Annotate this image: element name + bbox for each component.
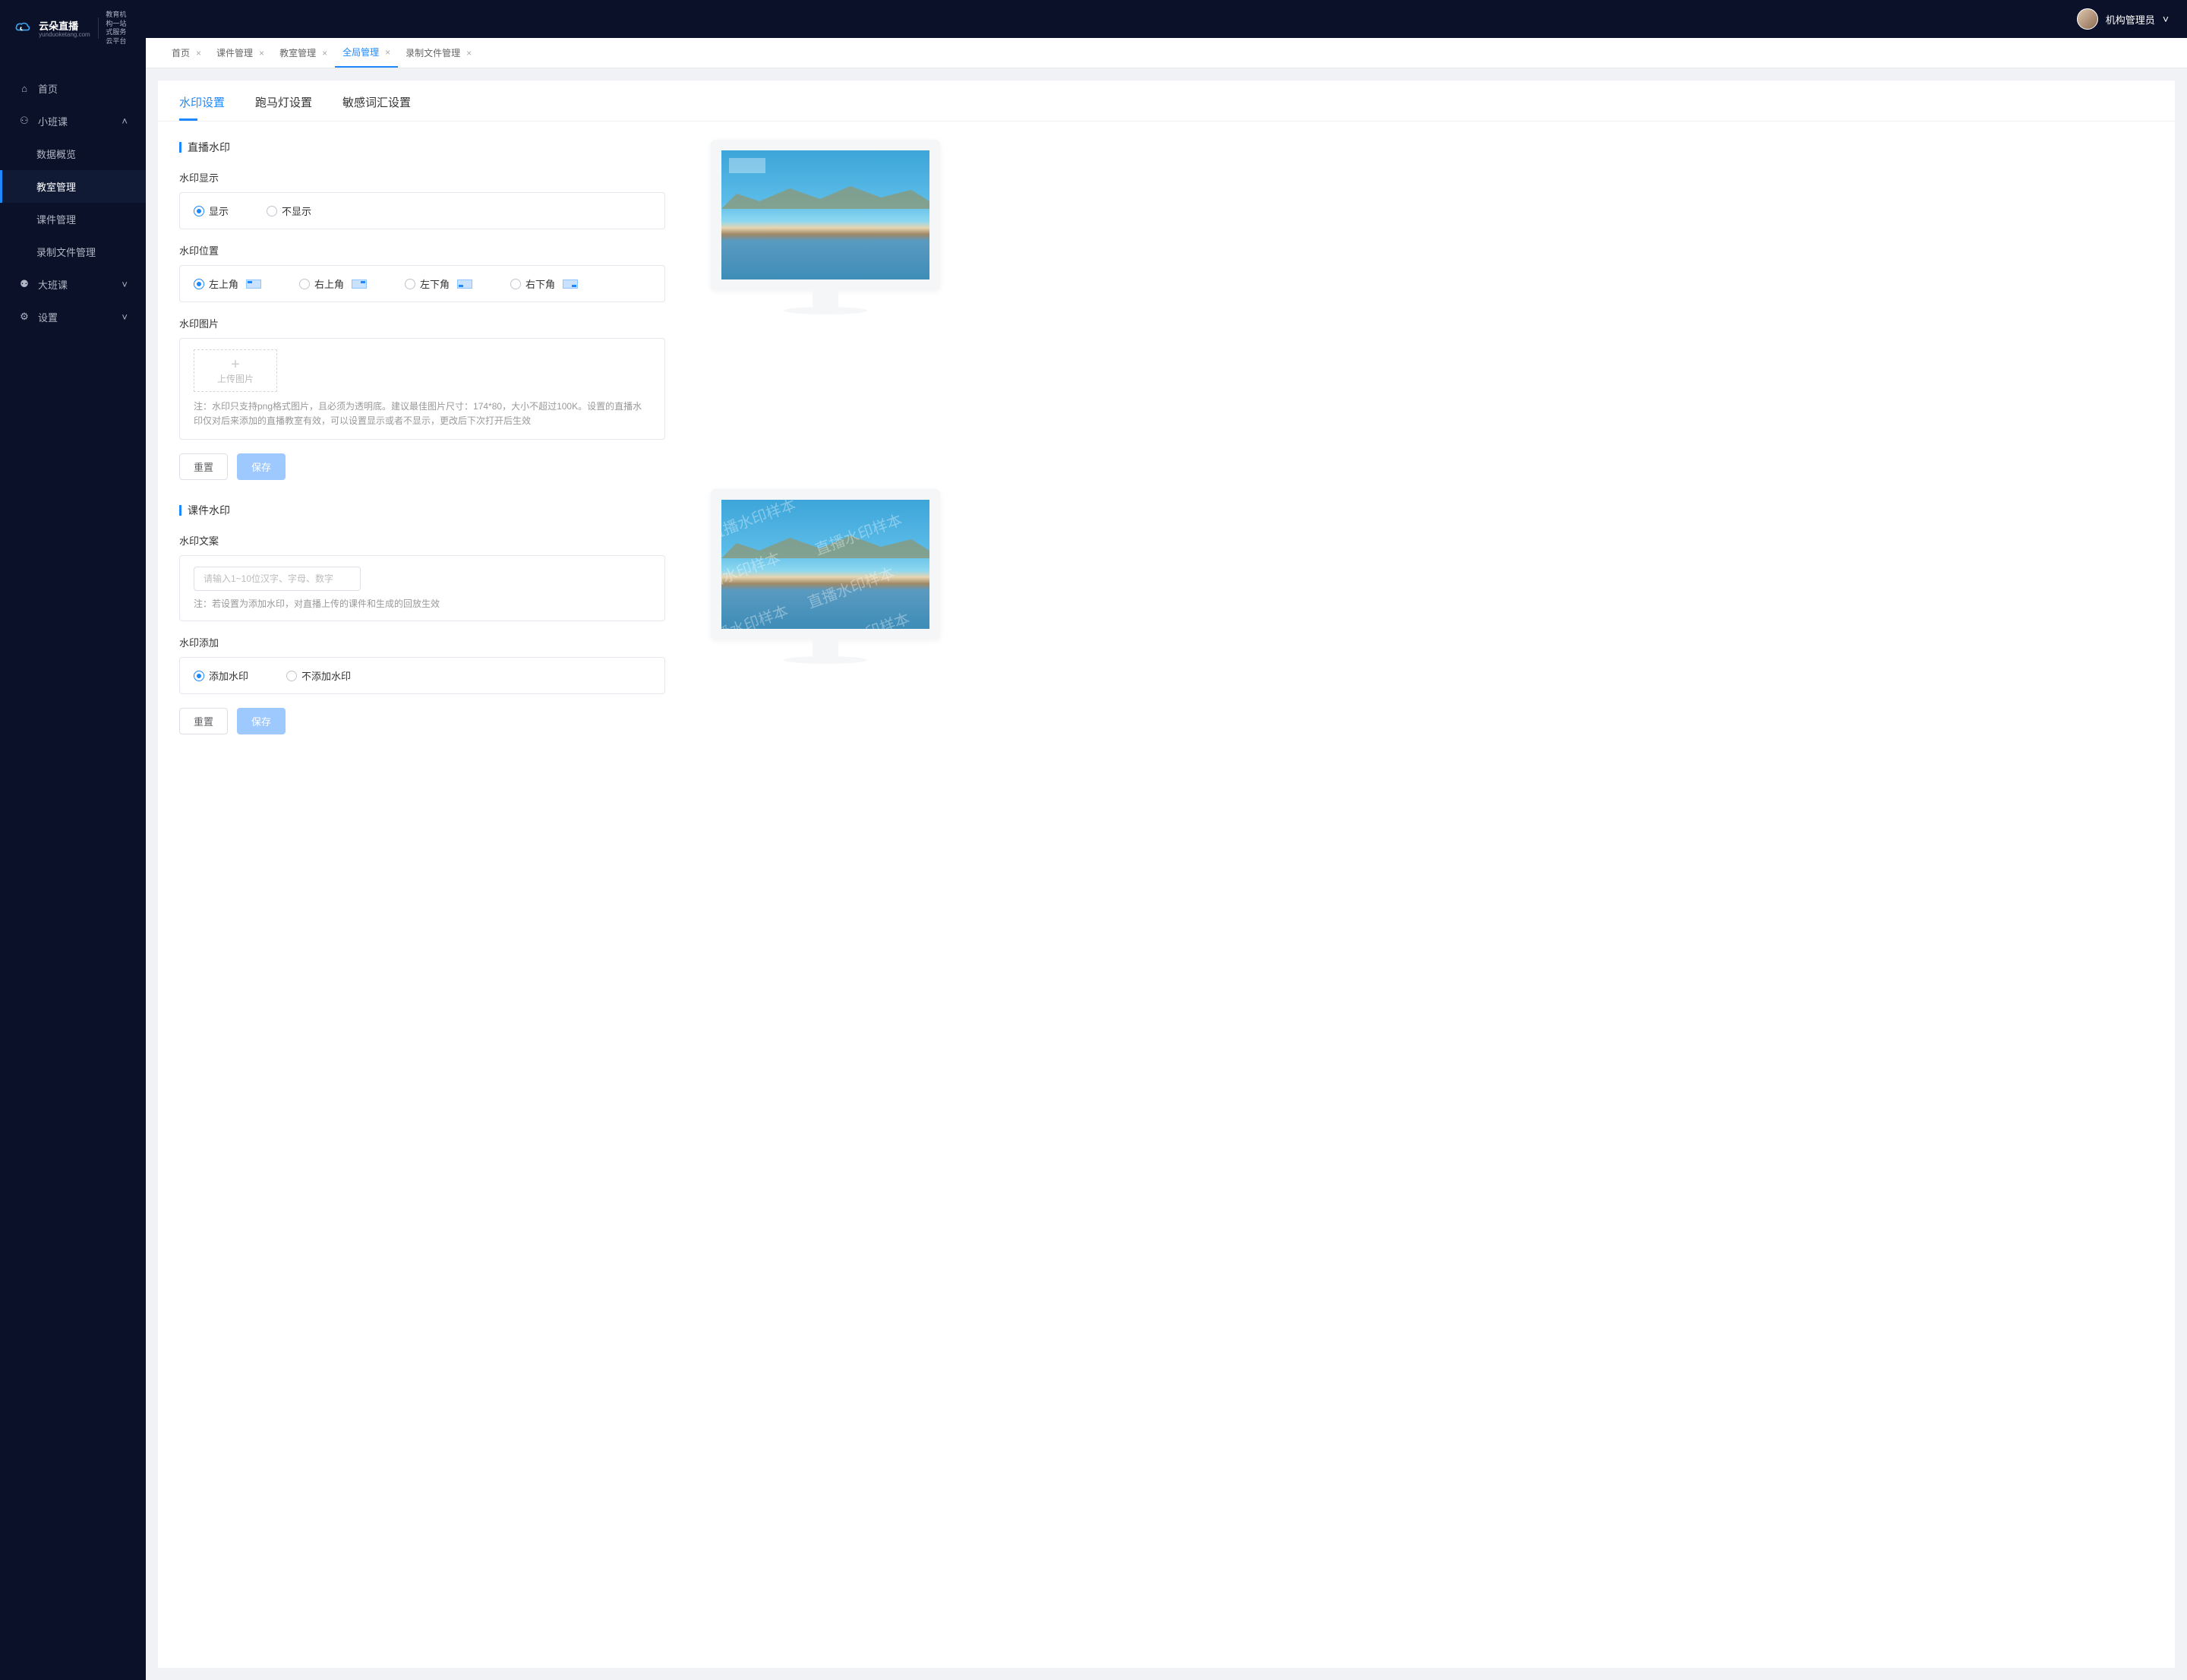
radio-add[interactable]: 添加水印 bbox=[194, 668, 248, 683]
user-name: 机构管理员 bbox=[2106, 12, 2155, 27]
field-position: 水印位置 bbox=[179, 243, 665, 257]
preview-screen-2: 直播水印样本 直播水印样本 直播水印样本 直播水印样本 直播水印样本 直播水印样… bbox=[721, 500, 929, 629]
topbar: 机构管理员 ˅ bbox=[146, 0, 2187, 38]
tab-home[interactable]: 首页 × bbox=[164, 38, 209, 68]
breadcrumb-tabs: 首页 × 课件管理 × 教室管理 × 全局管理 × 录制文件管理 × bbox=[146, 38, 2187, 68]
watermark-text-input[interactable] bbox=[194, 567, 361, 591]
text-input-wrap: 注：若设置为添加水印，对直播上传的课件和生成的回放生效 bbox=[179, 555, 665, 621]
chevron-up-icon: ˄ bbox=[122, 115, 128, 127]
logo-tagline1: 教育机构一站 bbox=[106, 11, 132, 28]
watermark-text-overlay: 直播水印样本 直播水印样本 直播水印样本 直播水印样本 直播水印样本 直播水印样… bbox=[721, 500, 929, 629]
radio-icon bbox=[299, 279, 310, 289]
nav-small-class[interactable]: ⚇ 小班课 ˄ bbox=[0, 105, 146, 137]
tab-classroom[interactable]: 教室管理 × bbox=[272, 38, 335, 68]
nav-data-overview[interactable]: 数据概览 bbox=[0, 137, 146, 170]
page-tab-watermark[interactable]: 水印设置 bbox=[179, 81, 225, 121]
watermark-position-indicator bbox=[729, 158, 765, 173]
nav-recording-mgmt[interactable]: 录制文件管理 bbox=[0, 235, 146, 268]
nav-big-class[interactable]: ⚉ 大班课 ˅ bbox=[0, 268, 146, 301]
logo-icon bbox=[14, 14, 31, 42]
nav-settings[interactable]: ⚙ 设置 ˅ bbox=[0, 301, 146, 333]
content-panel: 水印设置 跑马灯设置 敏感词汇设置 直播水印 水印显示 显示 bbox=[158, 81, 2175, 1668]
tab-global[interactable]: 全局管理 × bbox=[335, 38, 398, 68]
radio-icon bbox=[194, 279, 204, 289]
field-add: 水印添加 bbox=[179, 635, 665, 649]
close-icon[interactable]: × bbox=[385, 47, 390, 58]
text-note: 注：若设置为添加水印，对直播上传的课件和生成的回放生效 bbox=[194, 597, 651, 610]
field-image: 水印图片 bbox=[179, 316, 665, 330]
radio-icon bbox=[194, 206, 204, 216]
radio-hide[interactable]: 不显示 bbox=[267, 204, 311, 218]
radio-noadd[interactable]: 不添加水印 bbox=[286, 668, 351, 683]
upload-note: 注：水印只支持png格式图片，且必须为透明底。建议最佳图片尺寸：174*80，大… bbox=[194, 399, 651, 428]
section-title-live: 直播水印 bbox=[179, 140, 665, 155]
radio-icon bbox=[194, 671, 204, 681]
logo: 云朵直播 yunduoketang.com 教育机构一站 式服务云平台 bbox=[0, 0, 146, 57]
field-text: 水印文案 bbox=[179, 533, 665, 548]
radio-topright[interactable]: 右上角 bbox=[299, 276, 367, 291]
tab-recording[interactable]: 录制文件管理 × bbox=[398, 38, 479, 68]
position-bottomright-icon bbox=[563, 279, 578, 289]
preview-monitor-1 bbox=[711, 140, 940, 314]
chevron-down-icon[interactable]: ˅ bbox=[2163, 13, 2169, 25]
radio-icon bbox=[286, 671, 297, 681]
close-icon[interactable]: × bbox=[259, 48, 264, 58]
logo-sub: yunduoketang.com bbox=[39, 31, 90, 38]
page-tabs: 水印设置 跑马灯设置 敏感词汇设置 bbox=[158, 81, 2175, 122]
upload-area: + 上传图片 注：水印只支持png格式图片，且必须为透明底。建议最佳图片尺寸：1… bbox=[179, 338, 665, 440]
radio-topleft[interactable]: 左上角 bbox=[194, 276, 261, 291]
radio-show[interactable]: 显示 bbox=[194, 204, 229, 218]
chevron-down-icon: ˅ bbox=[122, 279, 128, 290]
radio-icon bbox=[510, 279, 521, 289]
save-button-2[interactable]: 保存 bbox=[237, 708, 286, 734]
radio-bottomleft[interactable]: 左下角 bbox=[405, 276, 472, 291]
radio-bottomright[interactable]: 右下角 bbox=[510, 276, 578, 291]
users-icon: ⚉ bbox=[18, 278, 30, 290]
reset-button[interactable]: 重置 bbox=[179, 453, 228, 480]
page-tab-marquee[interactable]: 跑马灯设置 bbox=[255, 81, 312, 121]
radio-icon bbox=[405, 279, 415, 289]
save-button[interactable]: 保存 bbox=[237, 453, 286, 480]
avatar[interactable] bbox=[2077, 8, 2098, 30]
nav-classroom-mgmt[interactable]: 教室管理 bbox=[0, 170, 146, 203]
tab-courseware[interactable]: 课件管理 × bbox=[209, 38, 272, 68]
chevron-down-icon: ˅ bbox=[122, 311, 128, 323]
preview-screen-1 bbox=[721, 150, 929, 279]
field-display: 水印显示 bbox=[179, 170, 665, 185]
page-tab-sensitive[interactable]: 敏感词汇设置 bbox=[342, 81, 411, 121]
nav-menu: ⌂ 首页 ⚇ 小班课 ˄ 数据概览 教室管理 课件管理 录制文件管理 ⚉ bbox=[0, 72, 146, 333]
sidebar: 云朵直播 yunduoketang.com 教育机构一站 式服务云平台 ⌂ 首页… bbox=[0, 0, 146, 1680]
home-icon: ⌂ bbox=[18, 82, 30, 94]
plus-icon: + bbox=[231, 357, 240, 372]
preview-monitor-2: 直播水印样本 直播水印样本 直播水印样本 直播水印样本 直播水印样本 直播水印样… bbox=[711, 489, 940, 664]
position-options: 左上角 右上角 左下角 bbox=[179, 265, 665, 302]
user-group-icon: ⚇ bbox=[18, 115, 30, 127]
reset-button-2[interactable]: 重置 bbox=[179, 708, 228, 734]
close-icon[interactable]: × bbox=[322, 48, 327, 58]
gear-icon: ⚙ bbox=[18, 311, 30, 323]
add-options: 添加水印 不添加水印 bbox=[179, 657, 665, 694]
nav-courseware-mgmt[interactable]: 课件管理 bbox=[0, 203, 146, 235]
position-bottomleft-icon bbox=[457, 279, 472, 289]
section-title-courseware: 课件水印 bbox=[179, 503, 665, 518]
close-icon[interactable]: × bbox=[196, 48, 201, 58]
close-icon[interactable]: × bbox=[466, 48, 472, 58]
position-topright-icon bbox=[352, 279, 367, 289]
upload-button[interactable]: + 上传图片 bbox=[194, 349, 277, 392]
display-options: 显示 不显示 bbox=[179, 192, 665, 229]
radio-icon bbox=[267, 206, 277, 216]
nav-home[interactable]: ⌂ 首页 bbox=[0, 72, 146, 105]
position-topleft-icon bbox=[246, 279, 261, 289]
logo-tagline2: 式服务云平台 bbox=[106, 28, 132, 46]
